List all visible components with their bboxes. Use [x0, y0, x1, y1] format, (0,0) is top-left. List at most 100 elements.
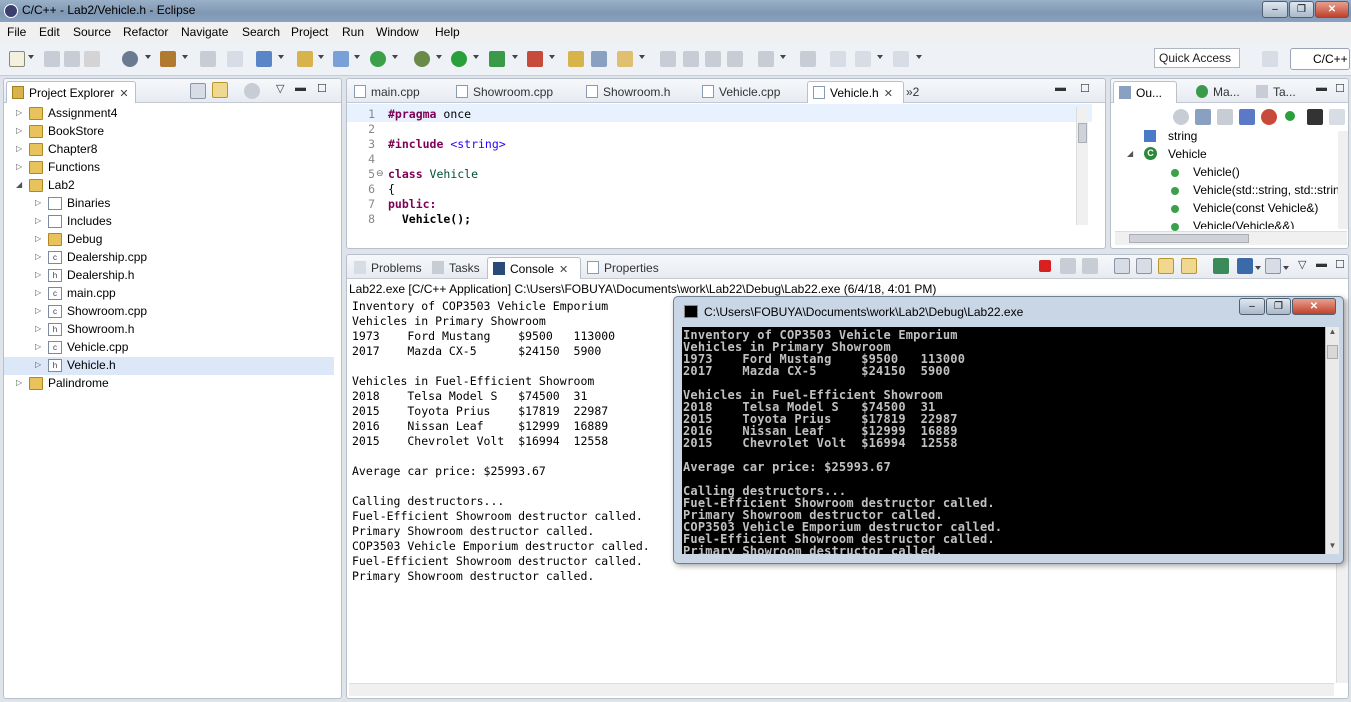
maximize-console-icon[interactable]: ☐: [1335, 258, 1345, 271]
expand-arrow-icon[interactable]: ▷: [16, 108, 22, 117]
menu-file[interactable]: File: [7, 25, 26, 39]
expand-arrow-icon[interactable]: ▷: [35, 198, 41, 207]
fold-icon[interactable]: ⊖: [376, 168, 384, 179]
code-line-1[interactable]: #pragma once: [388, 107, 471, 121]
sort-icon[interactable]: [1195, 109, 1211, 125]
menu-help[interactable]: Help: [435, 25, 460, 39]
menu-window[interactable]: Window: [376, 25, 419, 39]
next-annotation-icon[interactable]: [705, 51, 721, 67]
tab-overflow[interactable]: »2: [902, 81, 932, 103]
debug-icon[interactable]: [414, 51, 430, 67]
code-line-6[interactable]: {: [388, 182, 395, 196]
forward-icon[interactable]: [893, 51, 909, 67]
minimize-editor-icon[interactable]: ▬: [1055, 82, 1066, 94]
menu-source[interactable]: Source: [73, 25, 111, 39]
expand-arrow-icon[interactable]: ▷: [35, 288, 41, 297]
menu-project[interactable]: Project: [291, 25, 328, 39]
expand-arrow-icon[interactable]: ▷: [35, 306, 41, 315]
editor-scrollbar[interactable]: [1076, 107, 1088, 225]
new-source-folder-icon[interactable]: [297, 51, 313, 67]
cmd-scrollbar[interactable]: ▲ ▼: [1325, 327, 1339, 554]
menu-navigate[interactable]: Navigate: [181, 25, 228, 39]
tree-item-dealership-cpp[interactable]: ▷ c Dealership.cpp: [4, 249, 334, 267]
tree-item-showroom-cpp[interactable]: ▷ c Showroom.cpp: [4, 303, 334, 321]
group-includes-icon[interactable]: [1307, 109, 1323, 125]
tree-item-dealership-h[interactable]: ▷ h Dealership.h: [4, 267, 334, 285]
tree-item-showroom-h[interactable]: ▷ h Showroom.h: [4, 321, 334, 339]
hide-nonpublic-icon[interactable]: [1261, 109, 1277, 125]
maximize-editor-icon[interactable]: ☐: [1080, 82, 1090, 95]
code-line-7[interactable]: public:: [388, 197, 436, 211]
outline-item-ctor-strings[interactable]: Vehicle(std::string, std::string: [1193, 183, 1343, 197]
expand-arrow-icon[interactable]: ▷: [16, 162, 22, 171]
remove-all-icon[interactable]: [1082, 258, 1098, 274]
open-type-icon[interactable]: [568, 51, 584, 67]
tree-item-chapter8[interactable]: ▷ Chapter8: [4, 141, 334, 159]
menu-refactor[interactable]: Refactor: [123, 25, 168, 39]
tab-outline[interactable]: Ou...: [1113, 81, 1177, 103]
expand-arrow-icon[interactable]: ▷: [16, 378, 22, 387]
outline-item-string[interactable]: string: [1168, 129, 1197, 143]
run-icon[interactable]: [451, 51, 467, 67]
terminate-icon[interactable]: [1039, 260, 1051, 272]
cmd-maximize-button[interactable]: ❐: [1266, 298, 1291, 315]
save-icon[interactable]: [44, 51, 60, 67]
expand-arrow-icon[interactable]: ▷: [35, 234, 41, 243]
maximize-button[interactable]: ❐: [1289, 1, 1314, 18]
scroll-lock-icon[interactable]: [1136, 258, 1152, 274]
menu-edit[interactable]: Edit: [39, 25, 60, 39]
tree-item-vehicle-cpp[interactable]: ▷ c Vehicle.cpp: [4, 339, 334, 357]
save-all-icon[interactable]: [64, 51, 80, 67]
expand-arrow-icon[interactable]: ▷: [35, 324, 41, 333]
prev-annotation-icon[interactable]: [683, 51, 699, 67]
expand-arrow-icon[interactable]: ▷: [35, 252, 41, 261]
outline-vscrollbar[interactable]: [1338, 131, 1348, 229]
expand-arrow-icon[interactable]: ▷: [35, 216, 41, 225]
profile-icon[interactable]: [527, 51, 543, 67]
tree-item-bookstore[interactable]: ▷ BookStore: [4, 123, 334, 141]
pin-icon[interactable]: [800, 51, 816, 67]
code-line-8[interactable]: Vehicle();: [388, 212, 471, 226]
open-console-icon[interactable]: [1265, 258, 1281, 274]
tab-task-list[interactable]: Ta...: [1251, 81, 1311, 103]
alpha-sort-icon[interactable]: [1217, 109, 1233, 125]
expand-arrow-icon[interactable]: ▷: [16, 144, 22, 153]
collapse-all-icon[interactable]: [190, 83, 206, 99]
remove-launch-icon[interactable]: [1060, 258, 1076, 274]
outline-menu-icon[interactable]: [1329, 109, 1345, 125]
clear-console-icon[interactable]: [1114, 258, 1130, 274]
maximize-view-icon[interactable]: ☐: [317, 82, 327, 95]
tab-vehicle-cpp[interactable]: Vehicle.cpp: [697, 81, 805, 103]
print-icon[interactable]: [84, 51, 100, 67]
outline-item-vehicle[interactable]: Vehicle: [1168, 147, 1207, 161]
view-menu-filter-icon[interactable]: [244, 83, 260, 99]
tab-console[interactable]: Console ✕: [487, 257, 581, 279]
tree-item-functions[interactable]: ▷ Functions: [4, 159, 334, 177]
last-edit-icon[interactable]: [727, 51, 743, 67]
tab-project-explorer[interactable]: Project Explorer ✕: [6, 81, 136, 103]
tab-vehicle-h[interactable]: Vehicle.h ✕: [807, 81, 904, 103]
outline-item-move-ctor[interactable]: Vehicle(Vehicle&&): [1193, 219, 1294, 229]
hide-static-icon[interactable]: [1239, 109, 1255, 125]
build-config-icon[interactable]: [122, 51, 138, 67]
tree-item-palindrome[interactable]: ▷ Palindrome: [4, 375, 334, 393]
tab-tasks[interactable]: Tasks: [427, 257, 485, 279]
perspective-cpp-button[interactable]: C/C++: [1290, 48, 1350, 70]
word-wrap-icon[interactable]: [1158, 258, 1174, 274]
build-hammer-icon[interactable]: [160, 51, 176, 67]
show-console-icon[interactable]: [1181, 258, 1197, 274]
expand-arrow-icon[interactable]: ▷: [35, 342, 41, 351]
tree-item-binaries[interactable]: ▷ Binaries: [4, 195, 334, 213]
link-with-editor-icon[interactable]: [212, 82, 228, 98]
expand-arrow-icon[interactable]: ▷: [35, 270, 41, 279]
new-file-icon[interactable]: [333, 51, 349, 67]
hide-members-icon[interactable]: [1285, 111, 1295, 121]
tab-showroom-cpp[interactable]: Showroom.cpp: [451, 81, 577, 103]
code-line-5[interactable]: class Vehicle: [388, 167, 478, 181]
cmd-minimize-button[interactable]: –: [1239, 298, 1265, 315]
collapse-arrow-icon[interactable]: ◢: [16, 180, 22, 189]
annotation-icon[interactable]: [660, 51, 676, 67]
toggle-mark-icon[interactable]: [758, 51, 774, 67]
tree-item-vehicle-h[interactable]: ▷ h Vehicle.h: [4, 357, 334, 375]
back-arrow-icon[interactable]: [830, 51, 846, 67]
